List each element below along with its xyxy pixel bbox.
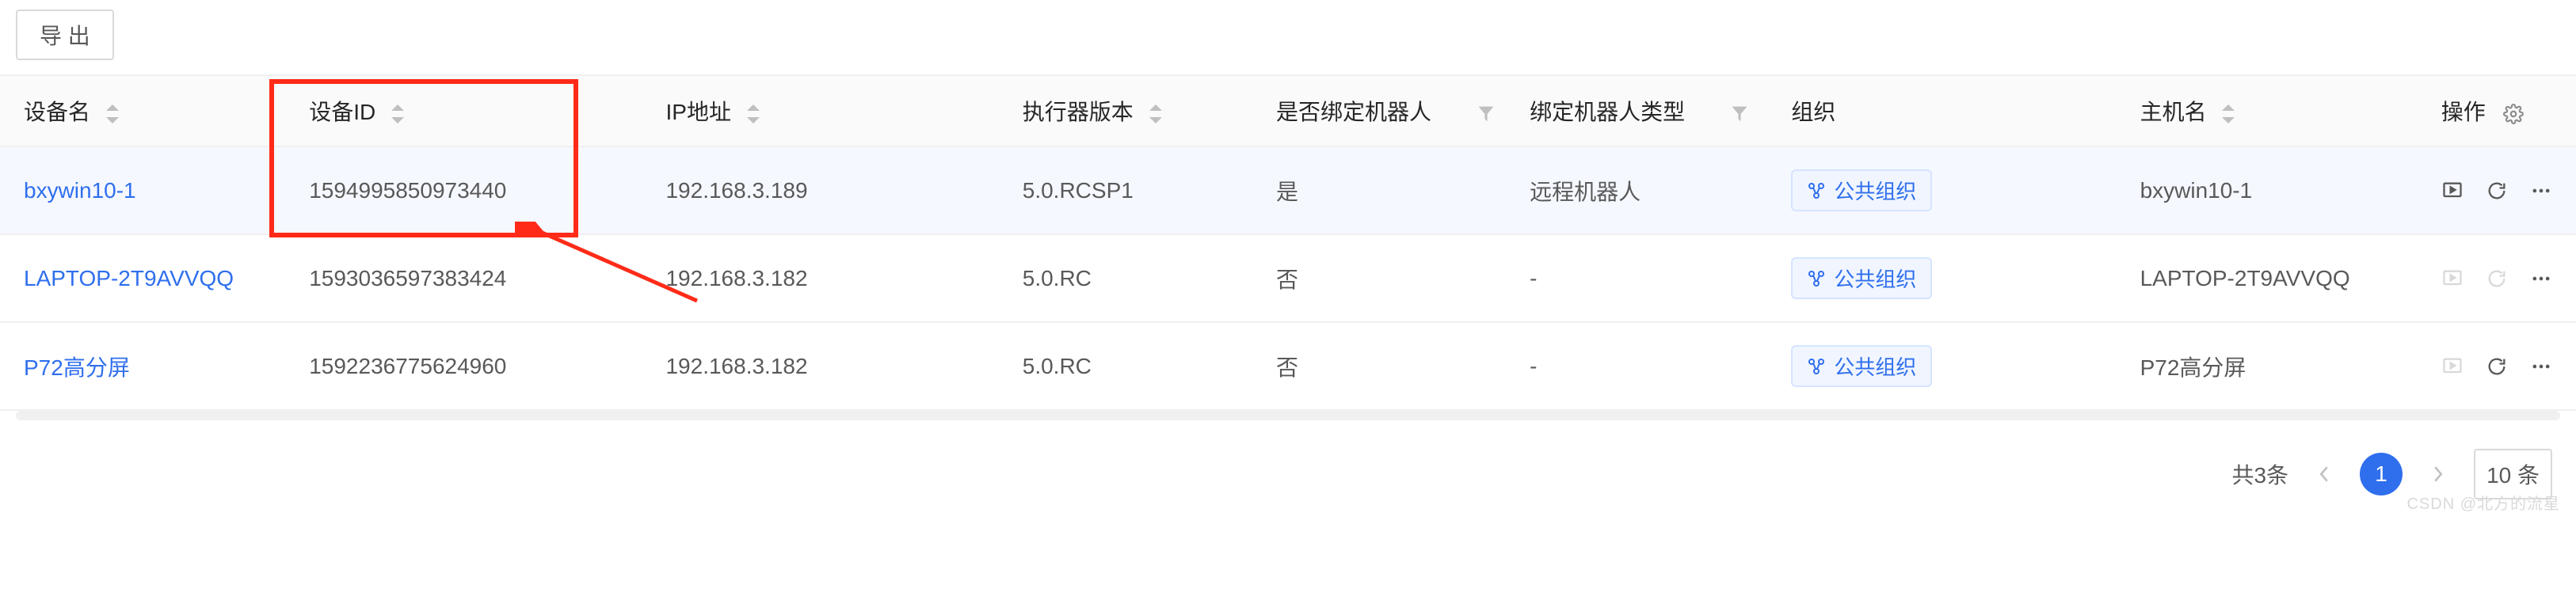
refresh-button[interactable] bbox=[2486, 180, 2508, 202]
prev-page-button[interactable] bbox=[2303, 453, 2345, 495]
col-label: 是否绑定机器人 bbox=[1276, 100, 1431, 124]
more-button[interactable] bbox=[2530, 268, 2552, 290]
refresh-button[interactable] bbox=[2486, 355, 2508, 378]
col-label: 主机名 bbox=[2140, 100, 2207, 124]
refresh-button bbox=[2486, 268, 2508, 290]
org-tag[interactable]: 公共组织 bbox=[1791, 345, 1932, 387]
next-page-button[interactable] bbox=[2417, 453, 2460, 495]
cell-device_id: 1593036597383424 bbox=[285, 234, 642, 322]
page-number-button[interactable]: 1 bbox=[2360, 453, 2403, 495]
org-tag-label: 公共组织 bbox=[1834, 264, 1916, 293]
sort-icon[interactable] bbox=[2220, 104, 2236, 123]
total-count-label: 共3条 bbox=[2231, 458, 2288, 490]
col-host[interactable]: 主机名 bbox=[2117, 76, 2418, 146]
cell-is_bound: 否 bbox=[1252, 234, 1506, 322]
col-label: 绑定机器人类型 bbox=[1530, 100, 1685, 124]
col-org: 组织 bbox=[1767, 76, 2116, 146]
launch-button[interactable] bbox=[2441, 180, 2464, 202]
launch-button bbox=[2441, 355, 2464, 378]
device-name-link[interactable]: bxywin10-1 bbox=[24, 178, 136, 203]
filter-icon[interactable] bbox=[1731, 105, 1748, 123]
cell-host: P72高分屏 bbox=[2117, 322, 2418, 410]
col-runner-version[interactable]: 执行器版本 bbox=[999, 76, 1252, 146]
org-tag[interactable]: 公共组织 bbox=[1791, 257, 1932, 299]
org-tag-label: 公共组织 bbox=[1834, 176, 1916, 205]
col-robot-type[interactable]: 绑定机器人类型 bbox=[1506, 76, 1767, 146]
org-icon bbox=[1807, 357, 1826, 376]
gear-icon[interactable] bbox=[2503, 104, 2524, 124]
sort-icon[interactable] bbox=[745, 104, 761, 123]
table-row: P72高分屏 1592236775624960192.168.3.1825.0.R… bbox=[0, 322, 2576, 410]
col-label: 操作 bbox=[2441, 100, 2486, 124]
sort-icon[interactable] bbox=[1148, 104, 1164, 123]
sort-icon[interactable] bbox=[390, 104, 406, 123]
col-device-name[interactable]: 设备名 bbox=[0, 76, 285, 146]
org-icon bbox=[1807, 181, 1826, 200]
cell-is_bound: 是 bbox=[1252, 146, 1506, 234]
col-label: 设备ID bbox=[309, 100, 375, 124]
launch-button bbox=[2441, 268, 2464, 290]
page-size-label: 10 条 bbox=[2486, 458, 2540, 490]
cell-runner_version: 5.0.RC bbox=[999, 322, 1252, 410]
horizontal-scrollbar[interactable] bbox=[16, 411, 2560, 420]
col-label: 设备名 bbox=[24, 100, 90, 124]
cell-robot_type: - bbox=[1506, 234, 1767, 322]
org-icon bbox=[1807, 269, 1826, 288]
filter-icon[interactable] bbox=[1477, 105, 1495, 123]
col-ops: 操作 bbox=[2418, 76, 2576, 146]
more-button[interactable] bbox=[2530, 355, 2552, 378]
cell-ip: 192.168.3.182 bbox=[642, 234, 998, 322]
cell-ip: 192.168.3.189 bbox=[642, 146, 998, 234]
cell-robot_type: 远程机器人 bbox=[1506, 146, 1767, 234]
cell-host: bxywin10-1 bbox=[2117, 146, 2418, 234]
cell-device_id: 1592236775624960 bbox=[285, 322, 642, 410]
cell-is_bound: 否 bbox=[1252, 322, 1506, 410]
org-tag[interactable]: 公共组织 bbox=[1791, 169, 1932, 211]
watermark: CSDN @北方的流星 bbox=[2406, 491, 2560, 514]
col-label: 执行器版本 bbox=[1023, 100, 1134, 124]
col-ip[interactable]: IP地址 bbox=[642, 76, 998, 146]
export-button[interactable]: 导 出 bbox=[16, 9, 114, 60]
pagination: 共3条 1 10 条 bbox=[0, 449, 2576, 515]
cell-host: LAPTOP-2T9AVVQQ bbox=[2117, 234, 2418, 322]
cell-ip: 192.168.3.182 bbox=[642, 322, 998, 410]
col-bound[interactable]: 是否绑定机器人 bbox=[1252, 76, 1506, 146]
cell-device_id: 1594995850973440 bbox=[285, 146, 642, 234]
more-button[interactable] bbox=[2530, 180, 2552, 202]
col-device-id[interactable]: 设备ID bbox=[285, 76, 642, 146]
org-tag-label: 公共组织 bbox=[1834, 351, 1916, 381]
cell-runner_version: 5.0.RCSP1 bbox=[999, 146, 1252, 234]
cell-runner_version: 5.0.RC bbox=[999, 234, 1252, 322]
table-row: bxywin10-1 1594995850973440192.168.3.1895… bbox=[0, 146, 2576, 234]
col-label: IP地址 bbox=[665, 100, 730, 124]
sort-icon[interactable] bbox=[105, 104, 120, 123]
col-label: 组织 bbox=[1791, 100, 1835, 124]
device-name-link[interactable]: LAPTOP-2T9AVVQQ bbox=[24, 266, 234, 290]
device-table: 设备名 设备ID IP地址 执行器版本 bbox=[0, 74, 2576, 411]
cell-robot_type: - bbox=[1506, 322, 1767, 410]
table-row: LAPTOP-2T9AVVQQ 1593036597383424192.168.3… bbox=[0, 234, 2576, 322]
device-name-link[interactable]: P72高分屏 bbox=[24, 355, 130, 380]
